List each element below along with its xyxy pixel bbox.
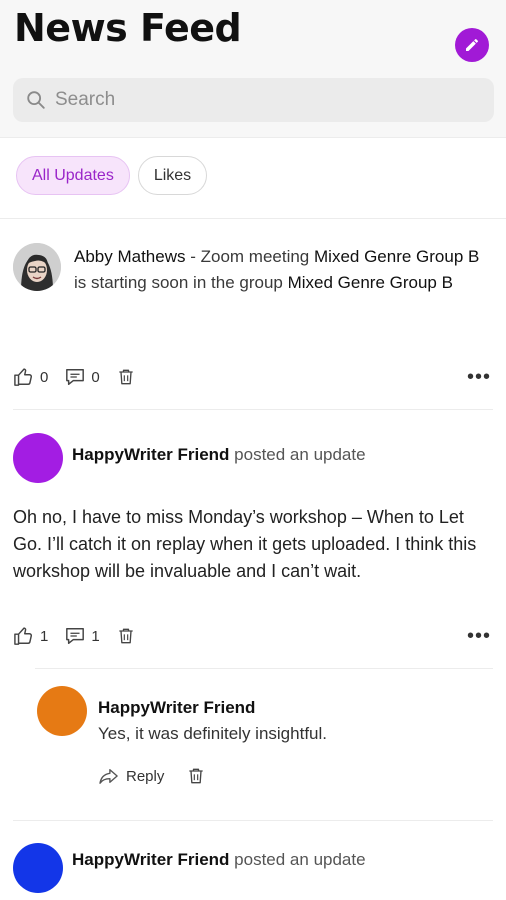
search-icon <box>27 91 45 109</box>
post-header: HappyWriter Friend posted an update <box>72 445 366 465</box>
delete-button[interactable] <box>116 626 141 646</box>
delete-button[interactable] <box>116 367 141 387</box>
post-author-name[interactable]: HappyWriter Friend <box>72 445 229 464</box>
divider <box>13 820 493 821</box>
tab-likes[interactable]: Likes <box>137 156 208 195</box>
avatar[interactable] <box>13 843 63 893</box>
thumbs-up-icon <box>14 368 32 386</box>
comment-text: Yes, it was definitely insightful. <box>98 724 327 743</box>
avatar[interactable] <box>13 433 63 483</box>
post-header: HappyWriter Friend posted an update <box>72 850 366 870</box>
divider <box>0 218 506 219</box>
trash-icon <box>119 369 133 385</box>
trash-icon[interactable] <box>186 766 206 786</box>
comment-author-name[interactable]: HappyWriter Friend <box>98 698 255 718</box>
reply-icon <box>99 769 118 784</box>
trash-icon <box>119 628 133 644</box>
compose-button[interactable] <box>455 28 489 62</box>
activity-group-link[interactable]: Mixed Genre Group B <box>288 273 453 292</box>
more-options-icon[interactable]: ••• <box>467 626 491 646</box>
post-verb: posted an update <box>234 445 366 464</box>
reply-button[interactable]: Reply <box>126 768 164 785</box>
search-bar[interactable] <box>13 78 494 122</box>
like-count: 0 <box>40 368 49 386</box>
header: News Feed <box>0 0 506 138</box>
comment-icon <box>66 369 85 385</box>
activity-text: Abby Mathews - Zoom meeting Mixed Genre … <box>74 244 484 296</box>
tab-all-updates[interactable]: All Updates <box>16 156 130 195</box>
avatar-photo-icon <box>13 243 61 291</box>
divider <box>35 668 493 669</box>
activity-text-part: - Zoom meeting <box>185 247 314 266</box>
comment-count: 0 <box>91 368 100 386</box>
comment-button[interactable]: 0 <box>64 367 100 387</box>
post-actions: 1 1 <box>13 626 157 646</box>
post-verb: posted an update <box>234 850 366 869</box>
like-button[interactable]: 1 <box>13 626 48 646</box>
activity-meeting-link[interactable]: Mixed Genre Group B <box>314 247 479 266</box>
activity-author[interactable]: Abby Mathews <box>74 247 186 266</box>
comment-icon <box>66 628 85 644</box>
thumbs-up-icon <box>14 627 32 645</box>
comment-button[interactable]: 1 <box>64 626 100 646</box>
like-button[interactable]: 0 <box>13 367 48 387</box>
page-title: News Feed <box>14 6 242 50</box>
avatar[interactable] <box>13 243 61 291</box>
filter-tabs: All Updates Likes <box>16 156 208 195</box>
comment-actions: Reply <box>98 766 212 786</box>
avatar[interactable] <box>37 686 87 736</box>
post-body: Oh no, I have to miss Monday’s workshop … <box>13 507 477 581</box>
activity-actions: 0 0 <box>13 367 157 387</box>
comment-count: 1 <box>91 627 100 645</box>
post-author-name[interactable]: HappyWriter Friend <box>72 850 229 869</box>
divider <box>13 409 493 410</box>
search-input[interactable] <box>55 89 475 111</box>
pencil-icon <box>466 38 478 51</box>
like-count: 1 <box>40 627 49 645</box>
more-options-icon[interactable]: ••• <box>467 367 491 387</box>
activity-text-part: is starting soon in the group <box>74 273 288 292</box>
